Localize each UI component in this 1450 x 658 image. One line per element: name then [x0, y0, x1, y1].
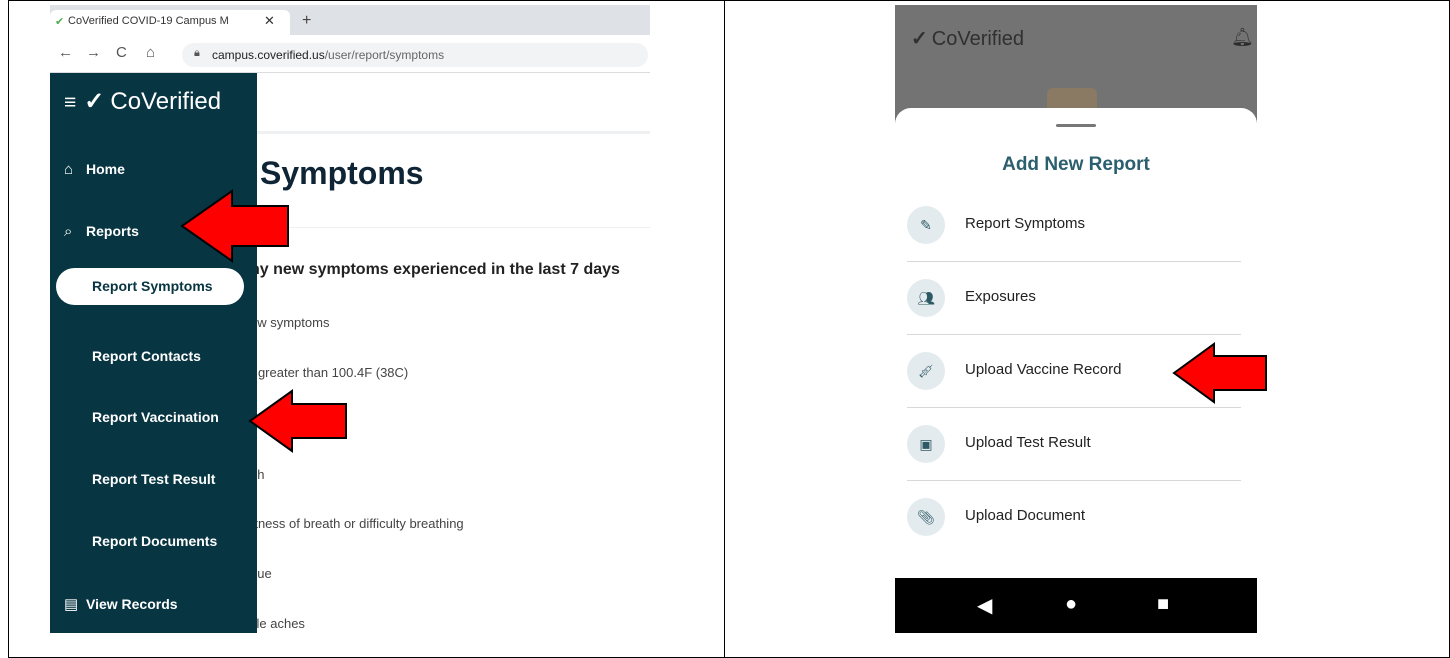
- sidebar-item-label: Home: [86, 161, 125, 177]
- home-icon[interactable]: ⌂: [146, 44, 155, 61]
- brand-logo: ≡ ✓ CoVerified: [64, 87, 221, 116]
- hamburger-icon[interactable]: ≡: [64, 91, 76, 114]
- url-host: campus.coverified.us: [212, 48, 325, 62]
- group-icon: 👥︎: [907, 279, 945, 317]
- new-tab-icon[interactable]: +: [302, 12, 311, 30]
- test-result-icon: ▣: [907, 425, 945, 463]
- table-divider: [724, 0, 725, 658]
- symptom-option[interactable]: ew symptoms: [250, 315, 329, 330]
- browser-tab[interactable]: ✔ CoVerified COVID-19 Campus M ✕: [50, 10, 290, 35]
- sidebar-item-report-contacts[interactable]: Report Contacts: [92, 348, 201, 364]
- home-icon[interactable]: ●: [1065, 593, 1077, 616]
- sidebar-item-report-test-result[interactable]: Report Test Result: [92, 471, 215, 487]
- app-header: ✓ CoVerified 🔔︎: [895, 5, 1257, 120]
- paperclip-icon: 📎︎: [907, 498, 945, 536]
- check-icon: ✔: [55, 16, 65, 28]
- brand-logo: ✓ CoVerified: [911, 26, 1024, 51]
- sidebar-item-report-symptoms[interactable]: Report Symptoms: [56, 268, 244, 305]
- android-nav-bar: ◀ ● ■: [895, 578, 1257, 633]
- mobile-app: ✓ CoVerified 🔔︎ Add New Report ✎ Report S…: [895, 5, 1257, 633]
- records-icon: ▤: [64, 596, 79, 613]
- sidebar-item-home[interactable]: ⌂ Home: [64, 161, 125, 178]
- sidebar-item-report-documents[interactable]: Report Documents: [92, 533, 217, 549]
- list-item-label: Report Symptoms: [965, 215, 1086, 232]
- list-item-report-symptoms[interactable]: ✎ Report Symptoms: [907, 189, 1241, 262]
- bottom-sheet: Add New Report ✎ Report Symptoms 👥︎ Expo…: [895, 108, 1257, 578]
- url-input[interactable]: 🔒︎ campus.coverified.us/user/report/symp…: [182, 43, 648, 67]
- desktop-browser: ✔ CoVerified COVID-19 Campus M ✕ + ← → C…: [50, 5, 650, 633]
- check-icon: ✓: [84, 88, 105, 115]
- red-arrow-vaccination: [248, 389, 347, 453]
- tab-title: CoVerified COVID-19 Campus M: [68, 15, 229, 27]
- back-icon[interactable]: ◀: [977, 593, 992, 618]
- comparison-frame: ✔ CoVerified COVID-19 Campus M ✕ + ← → C…: [0, 0, 1450, 658]
- brand-name: CoVerified: [931, 28, 1025, 50]
- reload-icon[interactable]: C: [116, 44, 127, 61]
- recents-icon[interactable]: ■: [1157, 593, 1169, 616]
- sheet-title: Add New Report: [1002, 154, 1150, 175]
- red-arrow-vaccine-record: [1172, 342, 1267, 404]
- search-icon: ⌕: [64, 223, 73, 240]
- syringe-icon: 💉︎: [907, 352, 945, 390]
- sidebar-item-report-vaccination[interactable]: Report Vaccination: [92, 409, 219, 425]
- back-icon[interactable]: ←: [58, 44, 73, 61]
- list-item-exposures[interactable]: 👥︎ Exposures: [907, 262, 1241, 335]
- pencil-icon: ✎: [907, 206, 945, 244]
- symptoms-question: ny new symptoms experienced in the last …: [250, 261, 620, 278]
- tab-bar: ✔ CoVerified COVID-19 Campus M ✕ +: [50, 5, 650, 35]
- bell-icon[interactable]: 🔔︎: [1231, 27, 1254, 48]
- symptom-option[interactable]: rtness of breath or difficulty breathing: [250, 516, 464, 531]
- list-item-label: Upload Document: [965, 507, 1086, 524]
- list-item-upload-document[interactable]: 📎︎ Upload Document: [907, 481, 1241, 553]
- red-arrow-reports: [180, 189, 289, 263]
- sidebar-item-view-records[interactable]: ▤ View Records: [64, 595, 178, 613]
- symptom-option[interactable]: cle aches: [250, 616, 305, 631]
- sidebar-item-reports[interactable]: ⌕ Reports: [64, 223, 139, 240]
- list-item-label: Exposures: [965, 288, 1036, 305]
- sheet-handle[interactable]: [1056, 124, 1096, 127]
- page-title: Symptoms: [260, 155, 424, 191]
- close-icon[interactable]: ✕: [264, 13, 275, 29]
- url-path: /user/report/symptoms: [324, 48, 445, 62]
- check-icon: ✓: [911, 28, 928, 50]
- list-item-upload-test-result[interactable]: ▣ Upload Test Result: [907, 408, 1241, 481]
- brand-name: CoVerified: [110, 88, 222, 115]
- home-icon: ⌂: [64, 161, 74, 178]
- list-item-label: Upload Vaccine Record: [965, 361, 1122, 378]
- symptom-option[interactable]: r greater than 100.4F (38C): [250, 365, 408, 380]
- lock-icon: 🔒︎: [194, 47, 200, 59]
- address-bar: ← → C ⌂ 🔒︎ campus.coverified.us/user/rep…: [50, 35, 650, 73]
- sidebar: ≡ ✓ CoVerified ⌂ Home ⌕ Reports Report Sympt…: [50, 73, 257, 633]
- list-item-label: Upload Test Result: [965, 434, 1091, 451]
- sidebar-item-label: Reports: [86, 223, 139, 239]
- sidebar-item-label: View Records: [86, 596, 178, 612]
- forward-icon[interactable]: →: [86, 44, 101, 61]
